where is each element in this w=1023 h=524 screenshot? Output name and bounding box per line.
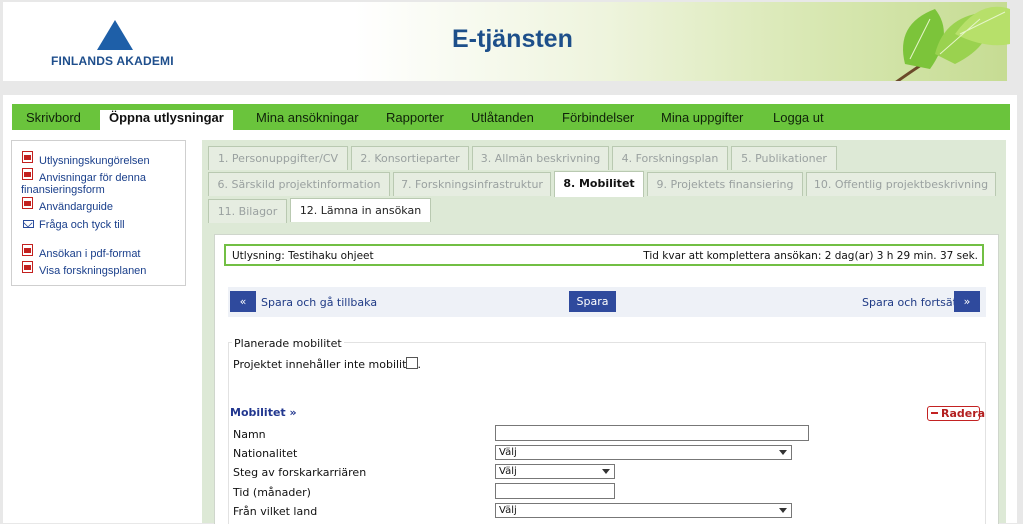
nav-item-mina-uppgifter[interactable]: Mina uppgifter — [661, 104, 743, 130]
back-button[interactable]: « — [230, 291, 256, 312]
leaves-image — [875, 4, 1010, 83]
logo-triangle-icon — [97, 20, 133, 50]
time-left: Tid kvar att komplettera ansökan: 2 dag(… — [643, 250, 978, 262]
chevron-down-icon — [602, 469, 610, 474]
tab-projektets-finansiering[interactable]: 9. Projektets finansiering — [647, 172, 803, 196]
duration-label: Tid (månader) — [233, 486, 311, 499]
sidebar: Utlysningskungörelsen Anvisningar för de… — [11, 140, 186, 286]
logo[interactable]: FINLANDS AKADEMI — [49, 16, 189, 72]
chevron-down-icon — [779, 450, 787, 455]
tab-publikationer[interactable]: 5. Publikationer — [731, 146, 837, 170]
sidebar-link-anvisningar[interactable]: Anvisningar för denna — [39, 172, 146, 184]
mobility-section-title[interactable]: Mobilitet » — [230, 406, 297, 419]
tab-forskningsinfrastruktur[interactable]: 7. Forskningsinfrastruktur — [393, 172, 551, 196]
pdf-icon — [22, 261, 33, 273]
sidebar-link-anvandarguide[interactable]: Användarguide — [39, 201, 113, 213]
tab-allman-beskrivning[interactable]: 3. Allmän beskrivning — [472, 146, 609, 170]
header-banner: FINLANDS AKADEMI E-tjänsten — [3, 2, 1010, 83]
tab-mobilitet[interactable]: 8. Mobilitet — [554, 171, 644, 197]
save-and-back-link[interactable]: Spara och gå tillbaka — [261, 296, 377, 309]
nationality-label: Nationalitet — [233, 447, 298, 460]
nav-item-oppna-utlysningar[interactable]: Öppna utlysningar — [100, 110, 233, 130]
tab-personuppgifter[interactable]: 1. Personuppgifter/CV — [208, 146, 348, 170]
planned-mobility-heading: Planerade mobilitet — [232, 337, 344, 350]
save-and-continue-link[interactable]: Spara och fortsätt — [862, 296, 961, 309]
career-stage-select[interactable]: Välj — [495, 464, 615, 479]
nav-item-forbindelser[interactable]: Förbindelser — [562, 104, 634, 130]
header-gap — [0, 81, 1023, 95]
name-label: Namn — [233, 428, 266, 441]
name-input[interactable] — [495, 425, 809, 441]
pdf-icon — [22, 244, 33, 256]
tab-sarskild-projektinformation[interactable]: 6. Särskild projektinformation — [208, 172, 390, 196]
nav-item-skrivbord[interactable]: Skrivbord — [26, 104, 81, 130]
minus-icon — [931, 412, 938, 414]
career-stage-value: Välj — [499, 466, 517, 477]
call-name: Utlysning: Testihaku ohjeet — [232, 250, 374, 262]
sidebar-link-anvisningar-line2[interactable]: finansieringsform — [21, 184, 105, 196]
tab-forskningsplan[interactable]: 4. Forskningsplan — [612, 146, 728, 170]
sidebar-link-ansokan-pdf[interactable]: Ansökan i pdf-format — [39, 248, 141, 260]
pdf-icon — [22, 168, 33, 180]
nav-item-utlatanden[interactable]: Utlåtanden — [471, 104, 534, 130]
nationality-select[interactable]: Välj — [495, 445, 792, 460]
main-nav: Skrivbord Öppna utlysningar Mina ansökni… — [12, 104, 1010, 130]
tab-offentlig-projektbeskrivning[interactable]: 10. Offentlig projektbeskrivning — [806, 172, 996, 196]
tab-lamna-in-ansokan[interactable]: 12. Lämna in ansökan — [290, 198, 431, 222]
sidebar-link-utlysningskungorelsen[interactable]: Utlysningskungörelsen — [39, 155, 150, 167]
logo-text: FINLANDS AKADEMI — [51, 54, 174, 68]
nav-item-mina-ansokningar[interactable]: Mina ansökningar — [256, 104, 359, 130]
delete-button[interactable]: Radera — [927, 406, 985, 421]
app-title: E-tjänsten — [452, 25, 573, 53]
pdf-icon — [22, 197, 33, 209]
mail-icon — [23, 220, 34, 228]
save-button[interactable]: Spara — [569, 291, 616, 312]
no-mobility-label: Projektet innehåller inte mobilitet. — [233, 358, 422, 371]
call-info-bar: Utlysning: Testihaku ohjeet Tid kvar att… — [224, 244, 984, 266]
nationality-value: Välj — [499, 447, 517, 458]
from-country-label: Från vilket land — [233, 505, 318, 518]
tab-bilagor[interactable]: 11. Bilagor — [208, 199, 287, 223]
from-country-value: Välj — [499, 505, 517, 516]
chevron-down-icon — [779, 508, 787, 513]
next-button[interactable]: » — [954, 291, 980, 312]
duration-input[interactable] — [495, 483, 615, 499]
no-mobility-checkbox[interactable] — [406, 357, 418, 369]
delete-label: Radera — [941, 407, 986, 420]
tab-konsortieparter[interactable]: 2. Konsortieparter — [351, 146, 469, 170]
sidebar-link-visa-forskningsplanen[interactable]: Visa forskningsplanen — [39, 265, 146, 277]
nav-item-logga-ut[interactable]: Logga ut — [773, 104, 824, 130]
page: FINLANDS AKADEMI E-tjänsten Skrivbord Öp… — [0, 0, 1023, 524]
nav-item-rapporter[interactable]: Rapporter — [386, 104, 444, 130]
sidebar-link-fraga-och-tyck-till[interactable]: Fråga och tyck till — [39, 219, 125, 231]
from-country-select[interactable]: Välj — [495, 503, 792, 518]
pdf-icon — [22, 151, 33, 163]
career-stage-label: Steg av forskarkarriären — [233, 466, 367, 479]
